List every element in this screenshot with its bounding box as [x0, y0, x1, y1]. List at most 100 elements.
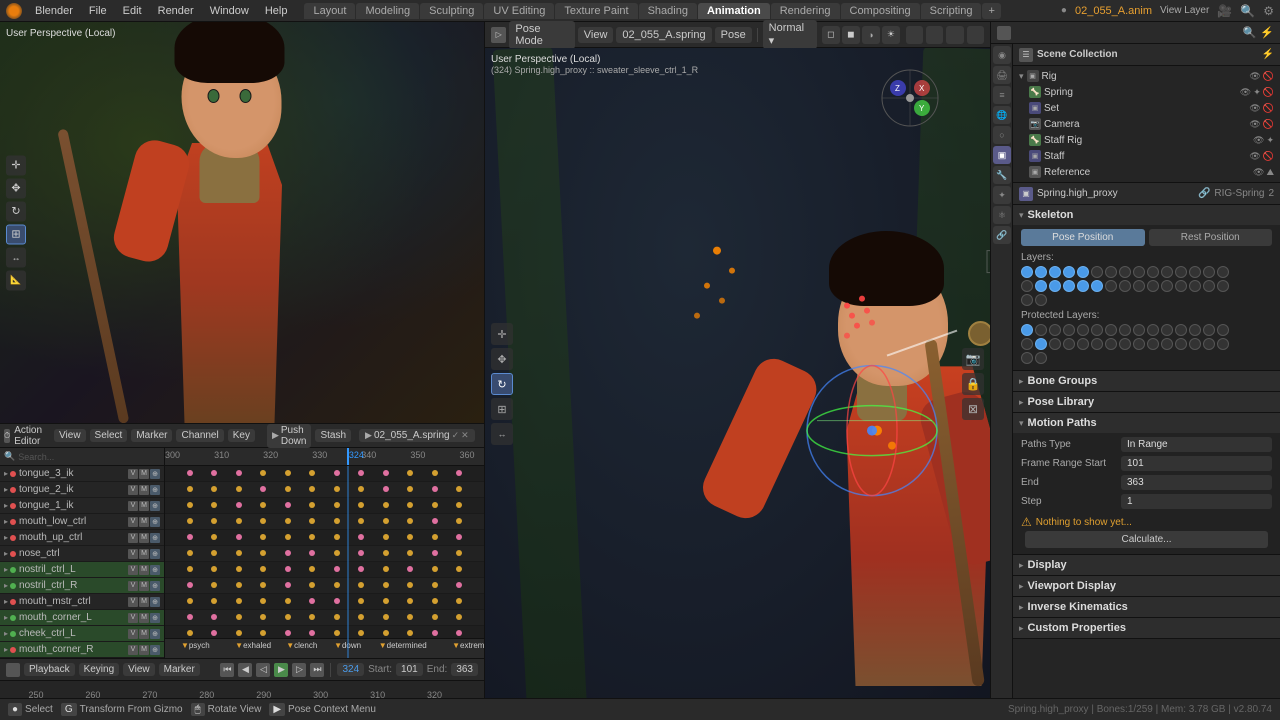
keyframe-dot[interactable]	[456, 550, 462, 556]
outliner-icon[interactable]: ☰	[1019, 48, 1033, 62]
collection-item-set[interactable]: ▣ Set 👁 🚫	[1013, 100, 1280, 116]
keyframe-dot[interactable]	[187, 630, 193, 636]
workspace-tab-compositing[interactable]: Compositing	[841, 3, 920, 19]
keyframe-dot[interactable]	[383, 470, 389, 476]
workspace-tab-rendering[interactable]: Rendering	[771, 3, 840, 19]
cursor-icon[interactable]: ✛	[6, 155, 26, 175]
tab-particles-icon[interactable]: ✦	[993, 186, 1011, 204]
navigation-gizmo[interactable]: X Y Z	[880, 68, 940, 128]
object-props-icon[interactable]: ▣	[1019, 187, 1033, 201]
keyframe-dot[interactable]	[236, 614, 242, 620]
keyframe-dot[interactable]	[383, 614, 389, 620]
paths-type-value[interactable]: In Range	[1121, 437, 1272, 452]
keyframe-dot[interactable]	[187, 534, 193, 540]
properties-icon[interactable]	[997, 26, 1011, 40]
keyframe-dot[interactable]	[187, 582, 193, 588]
mode-selector[interactable]: Pose Mode	[509, 21, 574, 49]
solid-btn[interactable]: ◼	[842, 26, 860, 44]
tool-rotate[interactable]: ↻	[491, 373, 513, 395]
keyframe-dot[interactable]	[358, 614, 364, 620]
keyframe-dot[interactable]	[383, 502, 389, 508]
ae-view-btn[interactable]: View	[54, 429, 86, 442]
layer-dot[interactable]	[1147, 280, 1159, 292]
keyframe-dot[interactable]	[334, 566, 340, 572]
keyframe-dot[interactable]	[187, 470, 193, 476]
keyframe-dot[interactable]	[260, 534, 266, 540]
layer-dot[interactable]	[1175, 324, 1187, 336]
step-back-btn[interactable]: ◀	[238, 663, 252, 677]
workspace-tab-sculpting[interactable]: Sculpting	[420, 3, 483, 19]
overlay-toggle[interactable]	[906, 26, 923, 44]
keyframe-dot[interactable]	[383, 534, 389, 540]
layer-dot[interactable]	[1147, 324, 1159, 336]
keyframe-dot[interactable]	[358, 470, 364, 476]
layer-dot[interactable]	[1063, 280, 1075, 292]
ae-marker-btn[interactable]: Marker	[131, 429, 172, 442]
keyframe-dot[interactable]	[260, 550, 266, 556]
workspace-tab-uv[interactable]: UV Editing	[484, 3, 554, 19]
layer-dot[interactable]	[1091, 338, 1103, 350]
keyframe-dot[interactable]	[211, 550, 217, 556]
keyframe-dot[interactable]	[456, 614, 462, 620]
keyframe-dot[interactable]	[432, 614, 438, 620]
view-lock-icon[interactable]: 🔒	[962, 373, 984, 395]
keyframe-dot[interactable]	[309, 534, 315, 540]
layer-dot[interactable]	[1063, 324, 1075, 336]
keyframe-dot[interactable]	[383, 518, 389, 524]
collection-item-rig[interactable]: ▾ ▣ Rig 👁 🚫	[1013, 68, 1280, 84]
tab-modifier-icon[interactable]: 🔧	[993, 166, 1011, 184]
tab-scene-icon[interactable]: 🌐	[993, 106, 1011, 124]
layer-dot[interactable]	[1133, 338, 1145, 350]
layer-dot[interactable]	[1021, 294, 1033, 306]
tab-world-icon[interactable]: ○	[993, 126, 1011, 144]
keyframe-dot[interactable]	[432, 502, 438, 508]
layer-dot[interactable]	[1175, 280, 1187, 292]
keyframe-dot[interactable]	[432, 550, 438, 556]
ae-marker[interactable]: ▼psych	[181, 641, 210, 650]
collection-item-staff-rig[interactable]: 🦴 Staff Rig 👁 ✦	[1013, 132, 1280, 148]
layer-dot[interactable]	[1049, 266, 1061, 278]
ae-marker[interactable]: ▼determined	[379, 641, 427, 650]
keyframe-dot[interactable]	[432, 518, 438, 524]
layer-dot[interactable]	[1119, 338, 1131, 350]
display-header[interactable]: ▸ Display	[1013, 555, 1280, 575]
snap-toggle[interactable]	[946, 26, 963, 44]
keyframe-dot[interactable]	[456, 470, 462, 476]
tab-physics-icon[interactable]: ⚛	[993, 206, 1011, 224]
keyframe-dot[interactable]	[260, 502, 266, 508]
layer-dot[interactable]	[1021, 324, 1033, 336]
layer-dot[interactable]	[1035, 352, 1047, 364]
keyframe-dot[interactable]	[309, 582, 315, 588]
layer-dot[interactable]	[1203, 324, 1215, 336]
menu-window[interactable]: Window	[203, 3, 256, 19]
layer-dot[interactable]	[1203, 338, 1215, 350]
keyframe-dot[interactable]	[260, 614, 266, 620]
keyframe-dot[interactable]	[236, 598, 242, 604]
keyframe-dot[interactable]	[236, 470, 242, 476]
keyframe-dot[interactable]	[187, 550, 193, 556]
filter-icon[interactable]: ⚡	[1260, 26, 1274, 39]
keyframe-dot[interactable]	[432, 598, 438, 604]
keyframe-dot[interactable]	[211, 614, 217, 620]
tool-grab[interactable]: ✥	[491, 348, 513, 370]
keyframe-dot[interactable]	[358, 566, 364, 572]
keyframe-dot[interactable]	[309, 486, 315, 492]
end-frame-value[interactable]: 363	[451, 663, 478, 676]
workspace-tab-modeling[interactable]: Modeling	[356, 3, 419, 19]
step-forward-btn[interactable]: ▷	[292, 663, 306, 677]
layer-dot[interactable]	[1091, 324, 1103, 336]
layer-dot[interactable]	[1063, 338, 1075, 350]
layer-dot[interactable]	[1133, 266, 1145, 278]
keyframe-dot[interactable]	[285, 582, 291, 588]
frame-range-start-input[interactable]: 101	[1121, 456, 1272, 471]
keyframe-dot[interactable]	[285, 630, 291, 636]
ae-marker[interactable]: ▼extreme	[452, 641, 484, 650]
keyframe-dot[interactable]	[407, 470, 413, 476]
keyframe-dot[interactable]	[236, 582, 242, 588]
search-icon[interactable]: 🔍	[1240, 4, 1255, 18]
workspace-tab-animation[interactable]: Animation	[698, 3, 770, 19]
keyframe-dot[interactable]	[260, 566, 266, 572]
rest-position-btn[interactable]: Rest Position	[1149, 229, 1273, 246]
layer-dot[interactable]	[1035, 294, 1047, 306]
keyframe-dot[interactable]	[211, 518, 217, 524]
